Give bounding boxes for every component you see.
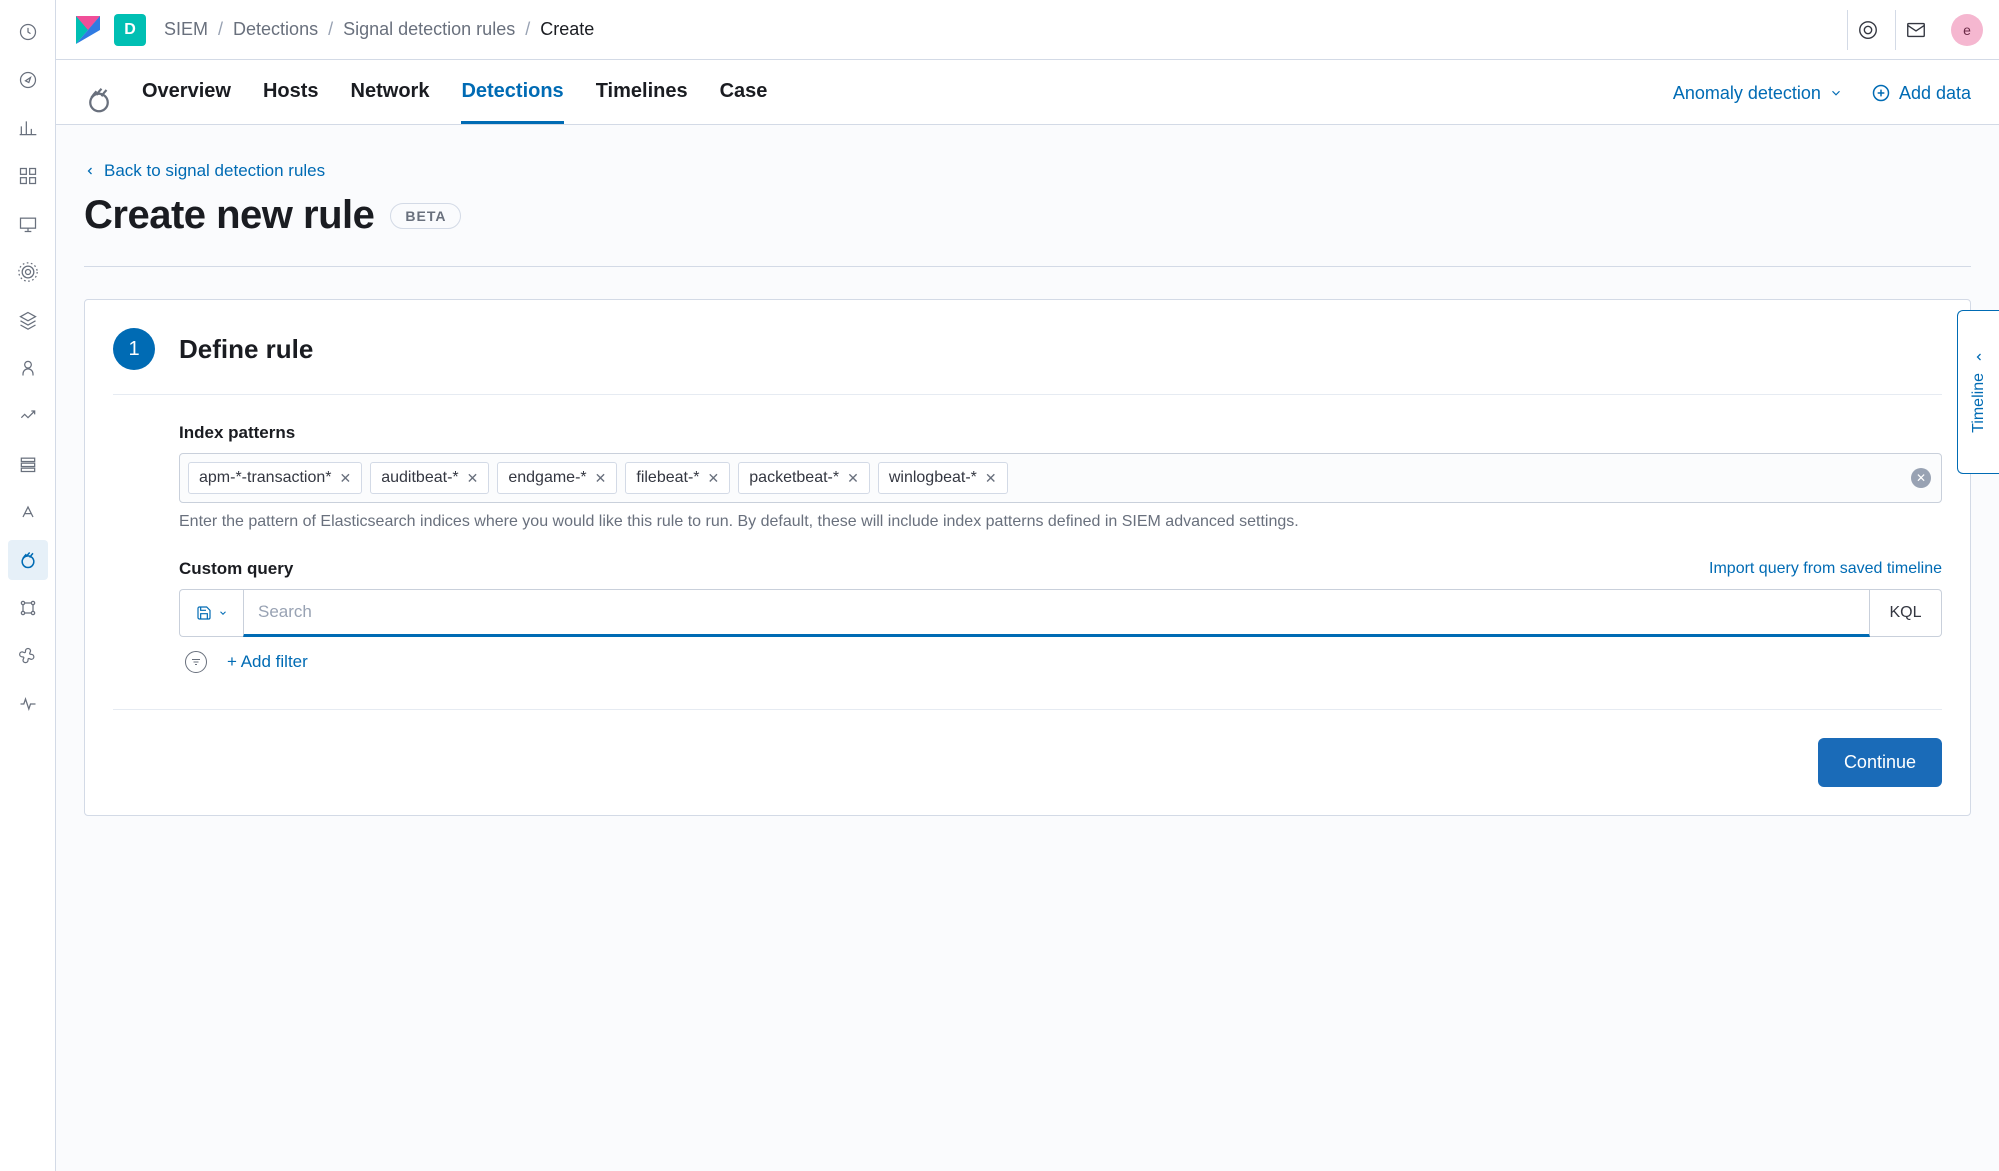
avatar[interactable]: e bbox=[1951, 14, 1983, 46]
back-label: Back to signal detection rules bbox=[104, 161, 325, 181]
remove-chip-icon[interactable]: ✕ bbox=[340, 470, 352, 487]
clear-all-icon[interactable]: ✕ bbox=[1911, 468, 1931, 488]
define-rule-card: 1 Define rule Index patterns apm-*-trans… bbox=[84, 299, 1971, 816]
back-link[interactable]: Back to signal detection rules bbox=[84, 161, 1971, 181]
rail-ml-icon[interactable] bbox=[8, 348, 48, 388]
save-icon bbox=[196, 605, 212, 621]
index-patterns-input[interactable]: apm-*-transaction*✕ auditbeat-*✕ endgame… bbox=[179, 453, 1942, 503]
tab-timelines[interactable]: Timelines bbox=[596, 80, 688, 124]
page-title: Create new rule bbox=[84, 193, 374, 238]
pattern-chip: packetbeat-*✕ bbox=[738, 462, 870, 494]
crumb-current: Create bbox=[540, 19, 594, 40]
app-badge[interactable]: D bbox=[114, 14, 146, 46]
rail-graph-icon[interactable] bbox=[8, 588, 48, 628]
saved-query-button[interactable] bbox=[179, 589, 243, 637]
remove-chip-icon[interactable]: ✕ bbox=[985, 470, 997, 487]
index-patterns-label: Index patterns bbox=[179, 423, 1942, 443]
plus-circle-icon bbox=[1871, 83, 1891, 103]
step-title: Define rule bbox=[179, 334, 313, 365]
crumb-siem[interactable]: SIEM bbox=[164, 19, 208, 40]
left-rail bbox=[0, 0, 56, 1171]
pattern-chip: endgame-*✕ bbox=[497, 462, 617, 494]
import-query-link[interactable]: Import query from saved timeline bbox=[1709, 560, 1942, 578]
rail-maps-icon[interactable] bbox=[8, 252, 48, 292]
rail-siem-icon[interactable] bbox=[8, 540, 48, 580]
chevron-left-icon bbox=[84, 165, 96, 177]
tab-detections[interactable]: Detections bbox=[461, 80, 563, 124]
nav-tabs: Overview Hosts Network Detections Timeli… bbox=[142, 80, 767, 124]
rail-dashboard-icon[interactable] bbox=[8, 156, 48, 196]
add-data-label: Add data bbox=[1899, 83, 1971, 104]
topbar: D SIEM / Detections / Signal detection r… bbox=[56, 0, 1999, 60]
pattern-chip: filebeat-*✕ bbox=[625, 462, 730, 494]
tab-network[interactable]: Network bbox=[351, 80, 430, 124]
rail-visualize-icon[interactable] bbox=[8, 108, 48, 148]
rail-dev-icon[interactable] bbox=[8, 636, 48, 676]
kibana-logo-icon[interactable] bbox=[72, 14, 104, 46]
tab-overview[interactable]: Overview bbox=[142, 80, 231, 124]
chevron-down-icon bbox=[1829, 86, 1843, 100]
pattern-chip: apm-*-transaction*✕ bbox=[188, 462, 362, 494]
pattern-chip: winlogbeat-*✕ bbox=[878, 462, 1008, 494]
mail-icon[interactable] bbox=[1895, 10, 1935, 50]
remove-chip-icon[interactable]: ✕ bbox=[467, 470, 479, 487]
beta-badge: BETA bbox=[390, 203, 461, 229]
remove-chip-icon[interactable]: ✕ bbox=[595, 470, 607, 487]
remove-chip-icon[interactable]: ✕ bbox=[847, 470, 859, 487]
search-input[interactable] bbox=[243, 589, 1870, 637]
rail-apm-icon[interactable] bbox=[8, 492, 48, 532]
kql-toggle[interactable]: KQL bbox=[1870, 589, 1942, 637]
remove-chip-icon[interactable]: ✕ bbox=[708, 470, 720, 487]
tab-hosts[interactable]: Hosts bbox=[263, 80, 319, 124]
rail-layers-icon[interactable] bbox=[8, 300, 48, 340]
crumb-rules[interactable]: Signal detection rules bbox=[343, 19, 515, 40]
siem-app-icon bbox=[84, 85, 114, 120]
rail-metrics-icon[interactable] bbox=[8, 396, 48, 436]
anomaly-label: Anomaly detection bbox=[1673, 83, 1821, 104]
rail-monitoring-icon[interactable] bbox=[8, 684, 48, 724]
add-data-button[interactable]: Add data bbox=[1871, 83, 1971, 104]
divider bbox=[84, 266, 1971, 267]
crumb-detections[interactable]: Detections bbox=[233, 19, 318, 40]
newsfeed-icon[interactable] bbox=[1847, 10, 1887, 50]
rail-logs-icon[interactable] bbox=[8, 444, 48, 484]
continue-button[interactable]: Continue bbox=[1818, 738, 1942, 787]
rail-recent-icon[interactable] bbox=[8, 12, 48, 52]
rail-discover-icon[interactable] bbox=[8, 60, 48, 100]
app-header: Overview Hosts Network Detections Timeli… bbox=[56, 60, 1999, 125]
custom-query-label: Custom query bbox=[179, 559, 293, 579]
chevron-down-icon bbox=[218, 608, 228, 618]
filter-settings-icon[interactable] bbox=[185, 651, 207, 673]
chevron-left-icon bbox=[1973, 351, 1985, 363]
rail-canvas-icon[interactable] bbox=[8, 204, 48, 244]
timeline-flyout[interactable]: Timeline bbox=[1957, 310, 1999, 474]
add-filter-button[interactable]: + Add filter bbox=[227, 652, 308, 672]
timeline-label: Timeline bbox=[1970, 373, 1988, 433]
step-number: 1 bbox=[113, 328, 155, 370]
tab-case[interactable]: Case bbox=[720, 80, 768, 124]
anomaly-detection-button[interactable]: Anomaly detection bbox=[1673, 83, 1843, 104]
pattern-chip: auditbeat-*✕ bbox=[370, 462, 489, 494]
index-patterns-help: Enter the pattern of Elasticsearch indic… bbox=[179, 513, 1942, 531]
breadcrumb: SIEM / Detections / Signal detection rul… bbox=[164, 19, 594, 40]
